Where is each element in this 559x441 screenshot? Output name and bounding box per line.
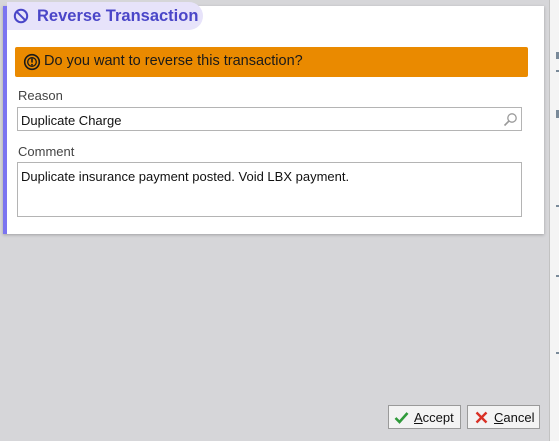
accept-button[interactable]: Accept [388,405,461,429]
no-entry-icon [13,8,29,24]
reason-value[interactable]: Duplicate Charge [21,113,121,128]
x-icon [475,411,488,424]
comment-value[interactable]: Duplicate insurance payment posted. Void… [21,169,349,184]
window-edge [549,0,559,441]
checkmark-icon [394,412,409,424]
cancel-button[interactable]: Cancel [467,405,540,429]
warning-icon [23,53,41,71]
warning-message: Do you want to reverse this transaction? [44,53,303,69]
reason-label: Reason [18,88,63,103]
comment-label: Comment [18,144,75,159]
accept-label: Accept [414,410,454,425]
cancel-label: Cancel [494,410,535,425]
dialog-title: Reverse Transaction [37,7,199,25]
search-icon[interactable] [503,112,518,127]
